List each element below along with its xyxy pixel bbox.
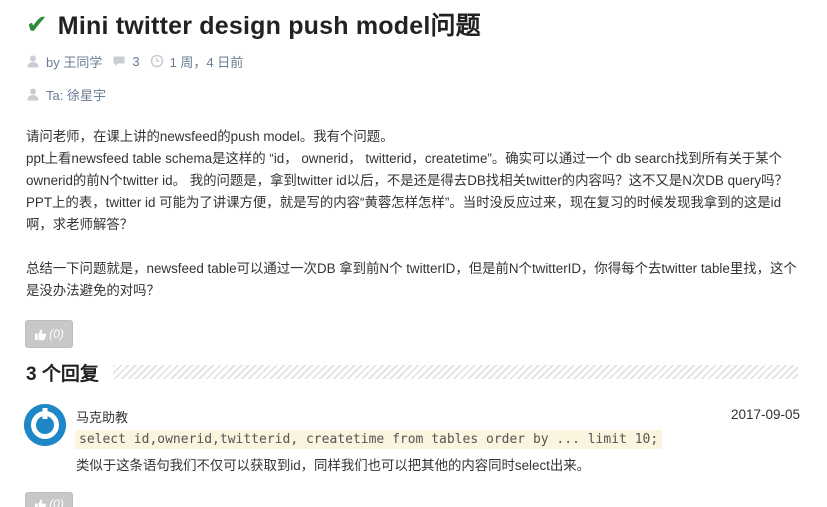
thumbs-up-icon [34,328,47,341]
question-page: ✔ Mini twitter design push model问题 by 王同… [0,0,827,507]
header-divider [112,365,798,379]
reply-text: 类似于这条语句我们不仅可以获取到id，同样我们也可以把其他的内容同时select… [76,458,591,473]
body-paragraph: 总结一下问题就是，newsfeed table可以通过一次DB 拿到前N个 tw… [26,261,797,298]
reply-like-count: (0) [49,497,64,507]
reply-code: select id,ownerid,twitterid, createtime … [75,430,663,449]
ta-meta: Ta: 徐星宇 [26,85,116,103]
author-name[interactable]: by 王同学 [46,52,102,71]
ta-name[interactable]: Ta: 徐星宇 [46,85,106,104]
replies-header: 3 个回复 [26,358,798,386]
user-icon [26,87,40,101]
author-meta: by 王同学 [26,52,102,71]
thumbs-up-icon [34,498,47,507]
question-meta: by 王同学 3 1 周，4 日前 [26,52,253,70]
user-icon [26,54,40,68]
comments-meta: 3 [112,54,140,69]
comment-icon [112,54,126,68]
body-line: 请问老师，在课上讲的newsfeed的push model。我有个问题。 [26,129,394,144]
reply-count[interactable]: 3 [132,54,139,69]
reply-like-button[interactable]: (0) [25,492,73,507]
replies-title: 3 个回复 [26,363,99,385]
like-count: (0) [49,327,64,341]
question-title: Mini twitter design push model问题 [57,12,481,40]
question-title-row: ✔ Mini twitter design push model问题 [26,6,481,42]
check-icon: ✔ [26,9,48,39]
avatar-icon[interactable] [24,404,66,446]
like-button[interactable]: (0) [25,320,73,348]
body-line: ppt上看newsfeed table schema是这样的 “id， owne… [26,151,788,232]
reply-date: 2017-09-05 [730,407,800,422]
ta-item: Ta: 徐星宇 [26,85,106,104]
body-paragraph: 请问老师，在课上讲的newsfeed的push model。我有个问题。 ppt… [26,126,806,236]
reply-item: 马克助教 2017-09-05 select id,ownerid,twitte… [24,404,800,480]
clock-icon [150,54,164,68]
question-body: 请问老师，在课上讲的newsfeed的push model。我有个问题。 ppt… [26,126,806,302]
time-meta: 1 周，4 日前 [150,52,244,71]
time-ago: 1 周，4 日前 [169,54,244,70]
reply-author[interactable]: 马克助教 [76,407,128,426]
